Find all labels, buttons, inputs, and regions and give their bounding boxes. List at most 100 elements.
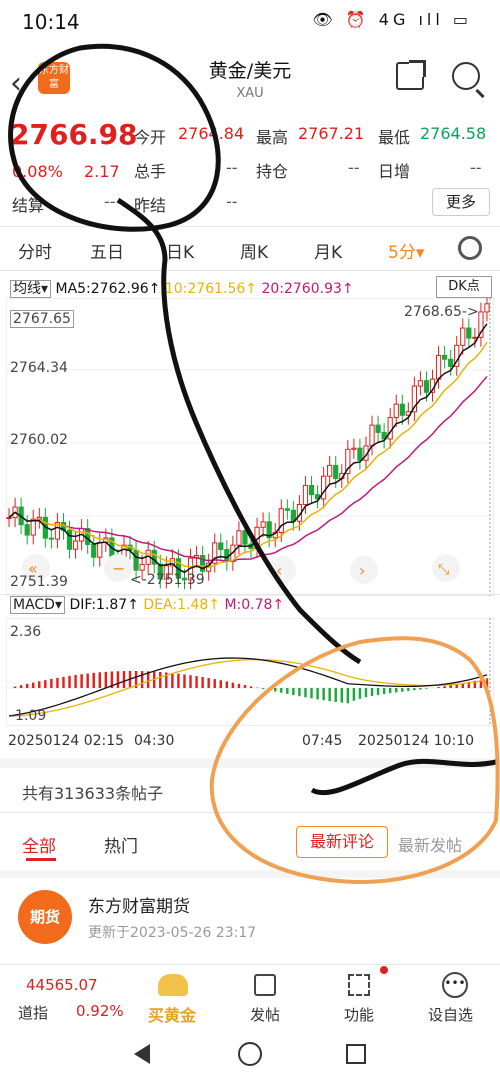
macd-bar: [92, 672, 95, 688]
dk-point-button[interactable]: DK点: [436, 276, 492, 298]
tab-5min[interactable]: 5分▾: [388, 238, 424, 263]
macd-chart[interactable]: [6, 618, 494, 726]
macd-bar: [395, 688, 398, 693]
macd-bar: [364, 688, 368, 698]
macd-y-top: 2.36: [10, 624, 42, 640]
macd-bar: [286, 688, 289, 694]
ma5-value: MA5:2762.96↑: [55, 281, 161, 297]
post-button[interactable]: 发帖: [250, 1004, 280, 1025]
settle-label: 结算: [12, 196, 45, 215]
candle-body: [242, 530, 248, 545]
gold-ingot-icon: [158, 974, 188, 996]
last-price-label: 2768.65->: [404, 304, 479, 320]
candle-body: [72, 540, 79, 550]
index-label[interactable]: 道指: [18, 1002, 48, 1023]
volume-label: 总手: [134, 162, 167, 181]
ma10-value: 10:2761.56↑: [164, 281, 257, 297]
filter-all[interactable]: 全部: [22, 832, 56, 857]
candle-body: [375, 424, 381, 433]
index-value[interactable]: 44565.07: [26, 976, 98, 994]
nav-recents-icon[interactable]: [346, 1044, 366, 1064]
notification-dot: [380, 966, 388, 974]
sort-latest-post[interactable]: 最新发帖: [398, 832, 462, 856]
position-label: 持仓: [256, 162, 289, 181]
tab-five-day[interactable]: 五日: [90, 238, 124, 263]
macd-bar: [425, 688, 428, 689]
macd-y-bottom: -1.09: [10, 708, 47, 724]
macd-select[interactable]: MACD▾: [10, 596, 65, 614]
tab-intraday[interactable]: 分时: [18, 238, 52, 263]
candle-body: [133, 549, 139, 571]
svg-text:›: ›: [359, 561, 365, 580]
nav-back-icon[interactable]: [134, 1044, 150, 1064]
candle-body: [236, 530, 242, 546]
settings-gear-icon[interactable]: [458, 236, 482, 260]
more-dots-icon[interactable]: •••: [442, 972, 468, 998]
y-label-top: 2767.65: [10, 310, 74, 328]
macd-bar: [382, 688, 386, 694]
candle-body: [460, 327, 466, 346]
index-pct: 0.92%: [76, 1002, 124, 1020]
candle-body: [6, 517, 12, 520]
function-button[interactable]: 功能: [344, 1004, 374, 1025]
macd-bar: [267, 688, 271, 691]
candle-body: [91, 543, 97, 558]
candle-body: [218, 542, 224, 551]
y-label-3: 2760.02: [10, 432, 68, 448]
filter-hot[interactable]: 热门: [104, 832, 138, 857]
svg-text:⤡: ⤡: [438, 562, 449, 578]
sort-latest-comment[interactable]: 最新评论: [296, 826, 388, 858]
feed-author-name[interactable]: 东方财富期货: [88, 892, 190, 917]
system-nav-bar: [0, 1030, 500, 1083]
candle-body: [472, 336, 478, 339]
macd-bar: [316, 688, 319, 700]
open-label: 今开: [134, 128, 167, 147]
macd-m: M:0.78↑: [224, 597, 285, 613]
macd-bar: [401, 688, 404, 692]
futures-avatar[interactable]: 期货: [18, 890, 72, 944]
change-percent: 0.08%: [12, 162, 63, 181]
svg-text:−: −: [112, 559, 125, 578]
candle-body: [260, 521, 266, 528]
macd-bar: [80, 674, 83, 688]
macd-bar: [231, 682, 235, 688]
candle-body: [284, 508, 290, 511]
macd-bar: [304, 688, 307, 698]
ma-select[interactable]: 均线▾: [10, 280, 52, 298]
candle-body: [139, 563, 145, 571]
macd-dif: DIF:1.87↑: [69, 597, 139, 613]
nav-home-icon[interactable]: [238, 1042, 262, 1066]
divider: [0, 594, 500, 595]
prev-settle-label: 昨结: [134, 196, 167, 215]
macd-bar: [225, 681, 229, 688]
function-grid-icon[interactable]: [348, 974, 370, 996]
macd-bar: [201, 677, 204, 688]
candle-body: [369, 424, 375, 447]
macd-bar: [388, 688, 392, 694]
open-value: 2764.84: [178, 124, 245, 143]
macd-bar: [280, 688, 283, 693]
macd-bar: [346, 688, 350, 704]
kline-chart[interactable]: « − ‹ › ⤡: [6, 298, 494, 596]
watchlist-button[interactable]: 设自选: [428, 1004, 473, 1025]
status-bar: 10:14 👁 ⏰ 4G ıll ▭: [0, 0, 500, 46]
post-icon[interactable]: [254, 974, 276, 996]
candle-body: [85, 528, 91, 545]
buy-gold-button[interactable]: 买黄金: [148, 1002, 196, 1026]
tab-weekly-k[interactable]: 周K: [240, 238, 268, 263]
macd-bar: [122, 671, 126, 688]
volume-value: --: [226, 158, 238, 177]
macd-bar: [370, 688, 374, 696]
tab-daily-k[interactable]: 日K: [166, 238, 194, 263]
macd-bar: [74, 675, 77, 688]
candle-body: [66, 529, 73, 550]
more-button[interactable]: 更多: [432, 188, 490, 216]
search-icon[interactable]: [452, 62, 480, 90]
macd-bar: [237, 683, 241, 688]
macd-bar: [292, 688, 295, 696]
macd-bar: [328, 688, 331, 702]
tab-monthly-k[interactable]: 月K: [314, 238, 342, 263]
macd-bar: [340, 688, 343, 703]
share-icon[interactable]: [396, 60, 426, 90]
last-price: 2766.98: [10, 118, 138, 151]
